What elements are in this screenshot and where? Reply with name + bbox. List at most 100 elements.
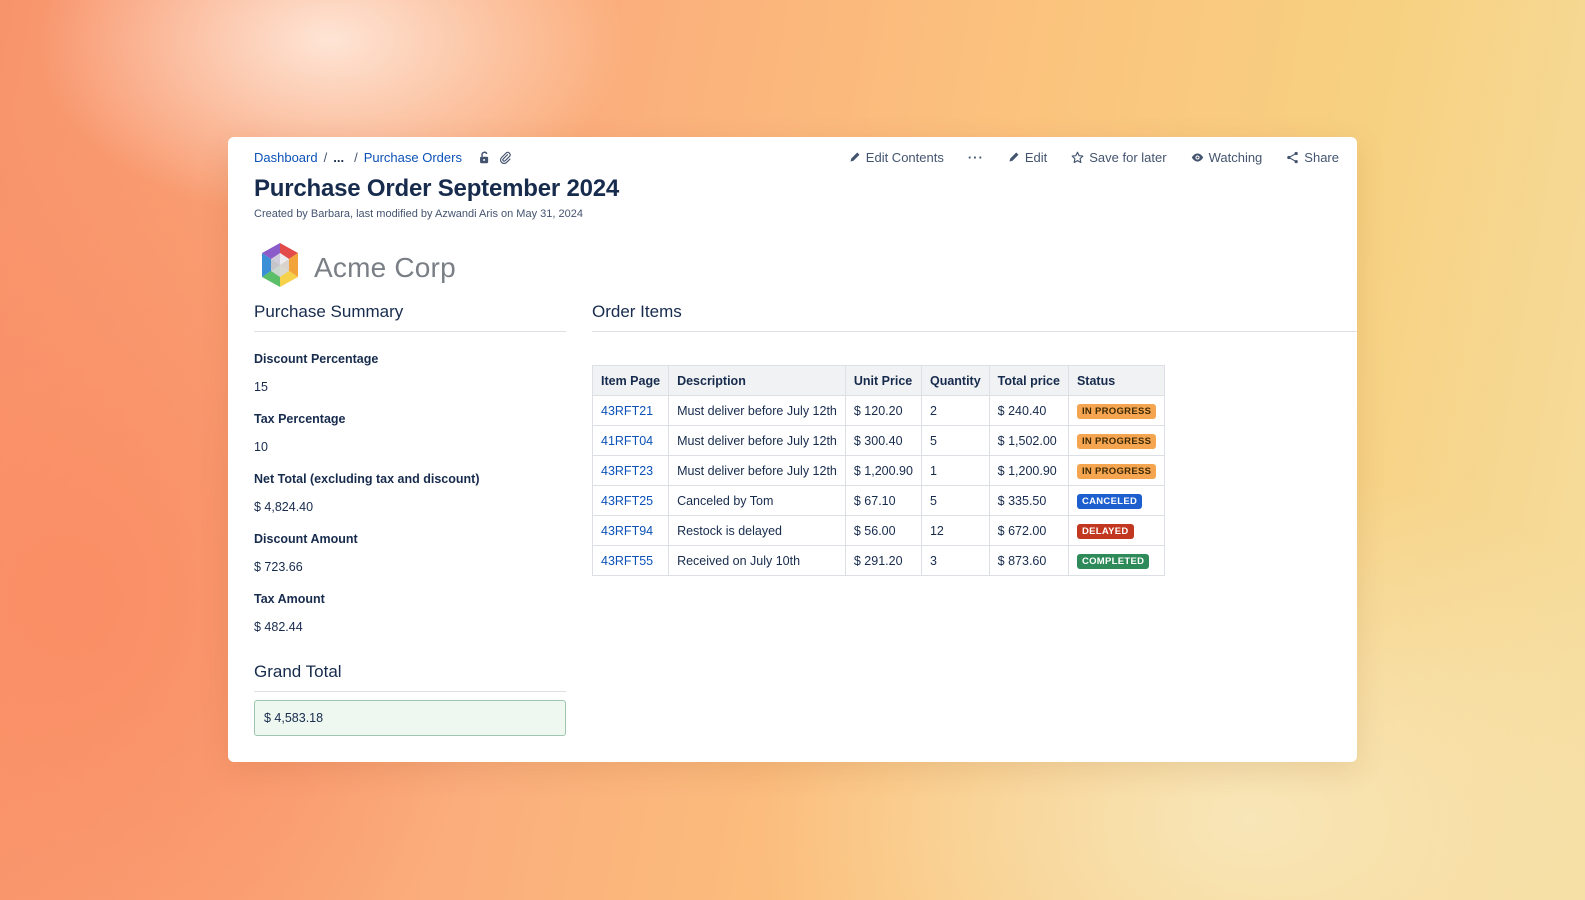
order-items-table: Item Page Description Unit Price Quantit… — [591, 365, 1166, 576]
more-icon: ··· — [967, 149, 984, 165]
breadcrumb: Dashboard / ... / Purchase Orders — [254, 150, 512, 165]
field-value: 15 — [254, 380, 268, 394]
item-page-link[interactable]: 43RFT21 — [601, 404, 653, 418]
unit-price-cell: $ 67.10 — [844, 485, 922, 516]
column-header-quantity: Quantity — [920, 365, 990, 396]
grand-total-value: $ 4,583.18 — [254, 700, 566, 736]
edit-button[interactable]: Edit — [1008, 150, 1047, 165]
status-badge: IN PROGRESS — [1076, 463, 1157, 479]
table-row: 43RFT25 Canceled by Tom $ 67.10 5 $ 335.… — [591, 485, 1166, 516]
tax-percentage-field: Tax Percentage 10 — [254, 412, 566, 454]
more-actions-button[interactable]: ··· — [968, 150, 984, 165]
unit-price-cell: $ 291.20 — [844, 545, 922, 576]
unit-price-cell: $ 56.00 — [844, 515, 922, 546]
item-page-link[interactable]: 43RFT23 — [601, 464, 653, 478]
page-byline: Created by Barbara, last modified by Azw… — [254, 208, 583, 220]
total-price-cell: $ 335.50 — [988, 485, 1069, 516]
unit-price-cell: $ 1,200.90 — [844, 455, 922, 486]
column-header-total-price: Total price — [988, 365, 1069, 396]
edit-contents-button[interactable]: Edit Contents — [849, 150, 944, 165]
description-cell: Received on July 10th — [668, 545, 846, 576]
total-price-cell: $ 240.40 — [988, 395, 1069, 426]
quantity-cell: 5 — [920, 485, 990, 516]
field-label: Discount Percentage — [254, 352, 379, 366]
field-label: Discount Amount — [254, 532, 358, 546]
status-badge: COMPLETED — [1076, 553, 1150, 569]
description-cell: Must deliver before July 12th — [668, 395, 846, 426]
item-page-link[interactable]: 43RFT94 — [601, 524, 653, 538]
field-value: $ 723.66 — [254, 560, 303, 574]
description-cell: Restock is delayed — [668, 515, 846, 546]
table-row: 41RFT04 Must deliver before July 12th $ … — [591, 425, 1166, 456]
status-badge: DELAYED — [1076, 523, 1134, 539]
quantity-cell: 2 — [920, 395, 990, 426]
breadcrumb-separator: / — [354, 149, 358, 165]
unit-price-cell: $ 120.20 — [844, 395, 922, 426]
field-value: $ 482.44 — [254, 620, 303, 634]
column-header-unit-price: Unit Price — [844, 365, 922, 396]
net-total-field: Net Total (excluding tax and discount) $… — [254, 472, 566, 514]
item-page-link[interactable]: 41RFT04 — [601, 434, 653, 448]
pencil-icon — [1008, 151, 1020, 163]
edit-contents-label: Edit Contents — [865, 149, 944, 165]
purchase-summary-heading: Purchase Summary — [254, 302, 566, 332]
order-items-heading: Order Items — [592, 302, 1357, 332]
share-button[interactable]: Share — [1286, 150, 1339, 165]
breadcrumb-separator: / — [323, 149, 328, 165]
pencil-icon — [849, 151, 861, 163]
page-title: Purchase Order September 2024 — [254, 175, 620, 202]
page-actions: Edit Contents ··· Edit Save for later Wa… — [849, 150, 1339, 165]
field-label: Tax Amount — [254, 592, 325, 606]
breadcrumb-dashboard[interactable]: Dashboard — [254, 150, 318, 165]
table-header-row: Item Page Description Unit Price Quantit… — [591, 365, 1166, 396]
table-row: 43RFT21 Must deliver before July 12th $ … — [591, 395, 1166, 426]
paperclip-icon[interactable] — [499, 151, 512, 164]
quantity-cell: 3 — [920, 545, 990, 576]
breadcrumb-ellipsis[interactable]: ... — [333, 150, 344, 165]
share-label: Share — [1304, 149, 1339, 165]
field-value: $ 4,824.40 — [254, 500, 314, 514]
total-price-cell: $ 672.00 — [988, 515, 1069, 546]
field-label: Tax Percentage — [254, 412, 346, 426]
status-badge: CANCELED — [1076, 493, 1143, 509]
discount-percentage-field: Discount Percentage 15 — [254, 352, 566, 394]
company-name: Acme Corp — [314, 251, 456, 283]
quantity-cell: 12 — [920, 515, 990, 546]
watching-label: Watching — [1208, 149, 1263, 165]
save-for-later-label: Save for later — [1089, 149, 1167, 165]
status-badge: IN PROGRESS — [1076, 433, 1157, 449]
description-cell: Canceled by Tom — [668, 485, 846, 516]
order-items-section: Order Items Item Page Description Unit P… — [591, 302, 1357, 576]
column-header-status: Status — [1067, 365, 1166, 396]
description-cell: Must deliver before July 12th — [668, 425, 846, 456]
item-page-link[interactable]: 43RFT55 — [601, 554, 653, 568]
unlock-icon[interactable] — [478, 151, 491, 164]
column-header-description: Description — [668, 365, 846, 396]
status-badge: IN PROGRESS — [1076, 403, 1157, 419]
breadcrumb-purchase-orders[interactable]: Purchase Orders — [364, 150, 462, 165]
edit-label: Edit — [1024, 149, 1048, 165]
item-page-link[interactable]: 43RFT25 — [601, 494, 653, 508]
summary-fields: Discount Percentage 15 Tax Percentage 10… — [254, 332, 566, 634]
hexagon-logo-icon — [258, 241, 302, 294]
description-cell: Must deliver before July 12th — [668, 455, 846, 486]
page-toolbar: Dashboard / ... / Purchase Orders Edit C… — [254, 147, 1339, 167]
star-icon — [1071, 151, 1084, 164]
save-for-later-button[interactable]: Save for later — [1071, 149, 1167, 165]
table-row: 43RFT23 Must deliver before July 12th $ … — [591, 455, 1166, 486]
column-header-item-page: Item Page — [591, 365, 670, 396]
confluence-page-window: Dashboard / ... / Purchase Orders Edit C… — [228, 137, 1357, 762]
watching-button[interactable]: Watching — [1191, 149, 1263, 165]
purchase-summary-section: Purchase Summary Discount Percentage 15 … — [254, 302, 566, 736]
total-price-cell: $ 873.60 — [988, 545, 1069, 576]
share-icon — [1286, 151, 1299, 164]
table-row: 43RFT94 Restock is delayed $ 56.00 12 $ … — [591, 515, 1166, 546]
field-value: 10 — [254, 440, 268, 454]
quantity-cell: 5 — [920, 425, 990, 456]
total-price-cell: $ 1,200.90 — [988, 455, 1069, 486]
unit-price-cell: $ 300.40 — [844, 425, 922, 456]
table-row: 43RFT55 Received on July 10th $ 291.20 3… — [591, 545, 1166, 576]
grand-total-heading: Grand Total — [254, 662, 566, 692]
quantity-cell: 1 — [920, 455, 990, 486]
field-label: Net Total (excluding tax and discount) — [254, 472, 480, 486]
